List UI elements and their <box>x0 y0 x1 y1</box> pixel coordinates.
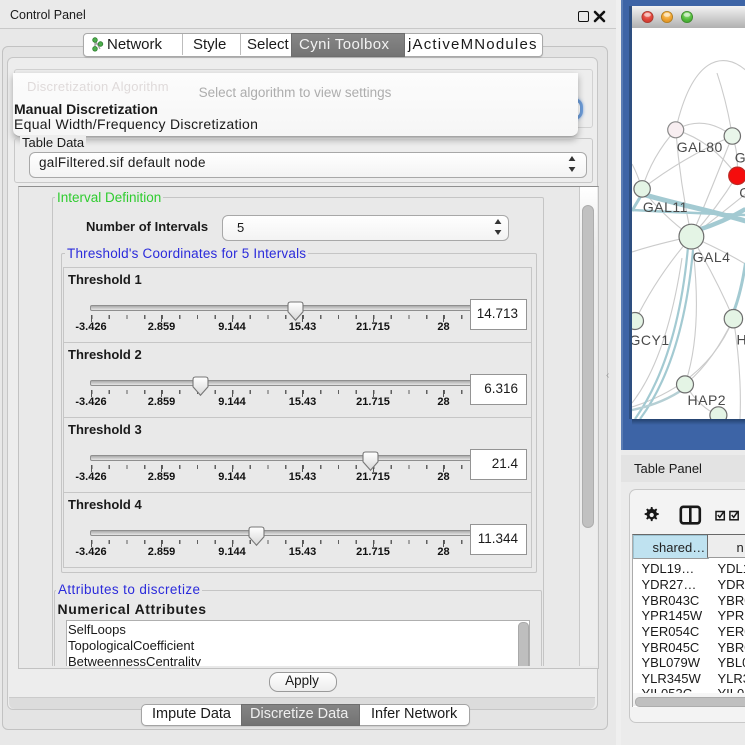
svg-text:GAL80: GAL80 <box>676 139 722 155</box>
svg-text:H: H <box>736 332 745 348</box>
svg-text:GAL4: GAL4 <box>692 249 730 265</box>
svg-text:GAL11: GAL11 <box>642 199 687 215</box>
svg-text:GA: GA <box>734 150 745 166</box>
svg-text:C: C <box>739 185 745 201</box>
svg-text:HAP2: HAP2 <box>687 392 726 408</box>
svg-text:GCY1: GCY1 <box>632 332 670 348</box>
